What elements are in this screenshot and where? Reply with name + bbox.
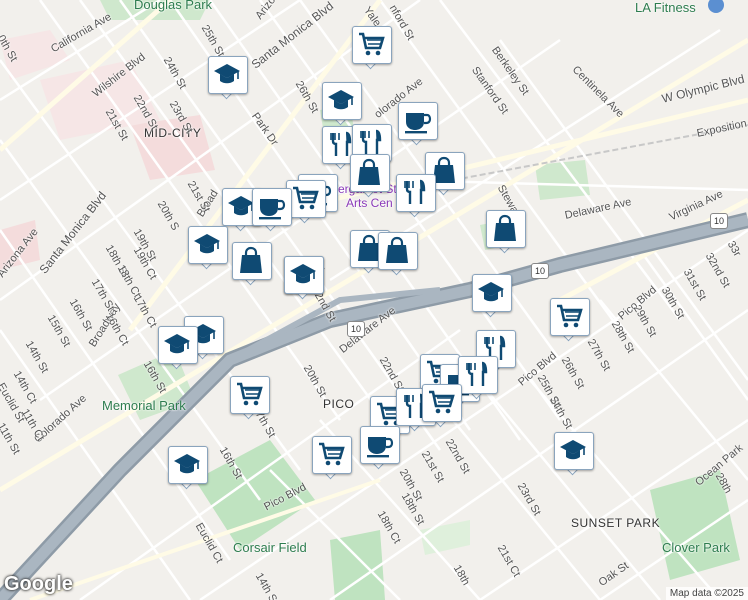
shopping-cart-marker[interactable] — [230, 376, 270, 420]
restaurant-marker[interactable] — [458, 356, 498, 400]
shopping-cart-icon — [319, 442, 345, 466]
i10-shield-3: 10 — [710, 213, 728, 229]
school-icon — [194, 234, 220, 254]
cafe-icon — [367, 437, 394, 458]
shopping-cart-icon — [359, 32, 385, 56]
school-marker[interactable] — [284, 256, 324, 300]
school-marker[interactable] — [554, 432, 594, 476]
shopping-cart-icon — [293, 186, 319, 210]
school-icon — [328, 90, 354, 110]
shopping-bag-icon — [358, 158, 380, 185]
shopping-cart-icon — [557, 304, 583, 328]
restaurant-marker[interactable] — [396, 174, 436, 218]
shopping-cart-marker[interactable] — [312, 436, 352, 480]
school-icon — [478, 282, 504, 302]
cafe-icon — [259, 199, 286, 220]
restaurant-icon — [466, 361, 488, 386]
shopping-cart-icon — [237, 382, 263, 406]
i10-shield-2: 10 — [347, 321, 365, 337]
shopping-bag-icon — [386, 236, 408, 263]
school-marker[interactable] — [168, 446, 208, 490]
cafe-marker[interactable] — [360, 426, 400, 470]
shopping-cart-icon — [429, 390, 455, 414]
cafe-icon — [405, 113, 432, 134]
shopping-bag-marker[interactable] — [378, 232, 418, 276]
school-icon — [164, 334, 190, 354]
shopping-cart-marker[interactable] — [352, 26, 392, 70]
shopping-bag-icon — [240, 246, 262, 273]
cafe-marker[interactable] — [398, 102, 438, 146]
shopping-bag-marker[interactable] — [232, 242, 272, 286]
school-icon — [214, 64, 240, 84]
school-marker[interactable] — [322, 82, 362, 126]
school-icon — [174, 454, 200, 474]
shopping-bag-marker[interactable] — [350, 154, 390, 198]
restaurant-icon — [404, 179, 426, 204]
shopping-cart-marker[interactable] — [422, 384, 462, 428]
i10-shield-1: 10 — [531, 263, 549, 279]
cafe-marker[interactable] — [252, 188, 292, 232]
shopping-bag-icon — [494, 214, 516, 241]
school-icon — [290, 264, 316, 284]
map-canvas[interactable]: MID-CITY PICO SUNSET PARK Douglas Park L… — [0, 0, 748, 600]
school-marker[interactable] — [208, 56, 248, 100]
google-logo[interactable]: Google — [4, 573, 73, 596]
school-icon — [560, 440, 586, 460]
shopping-cart-marker[interactable] — [550, 298, 590, 342]
school-marker[interactable] — [472, 274, 512, 318]
clover-park-area — [650, 470, 740, 580]
school-marker[interactable] — [158, 326, 198, 370]
map-base-layer — [0, 0, 748, 600]
school-marker[interactable] — [188, 226, 228, 270]
restaurant-icon — [360, 129, 382, 154]
map-data-attribution[interactable]: Map data ©2025 — [665, 587, 748, 600]
corsair-field-area — [330, 530, 385, 600]
shopping-bag-marker[interactable] — [486, 210, 526, 254]
